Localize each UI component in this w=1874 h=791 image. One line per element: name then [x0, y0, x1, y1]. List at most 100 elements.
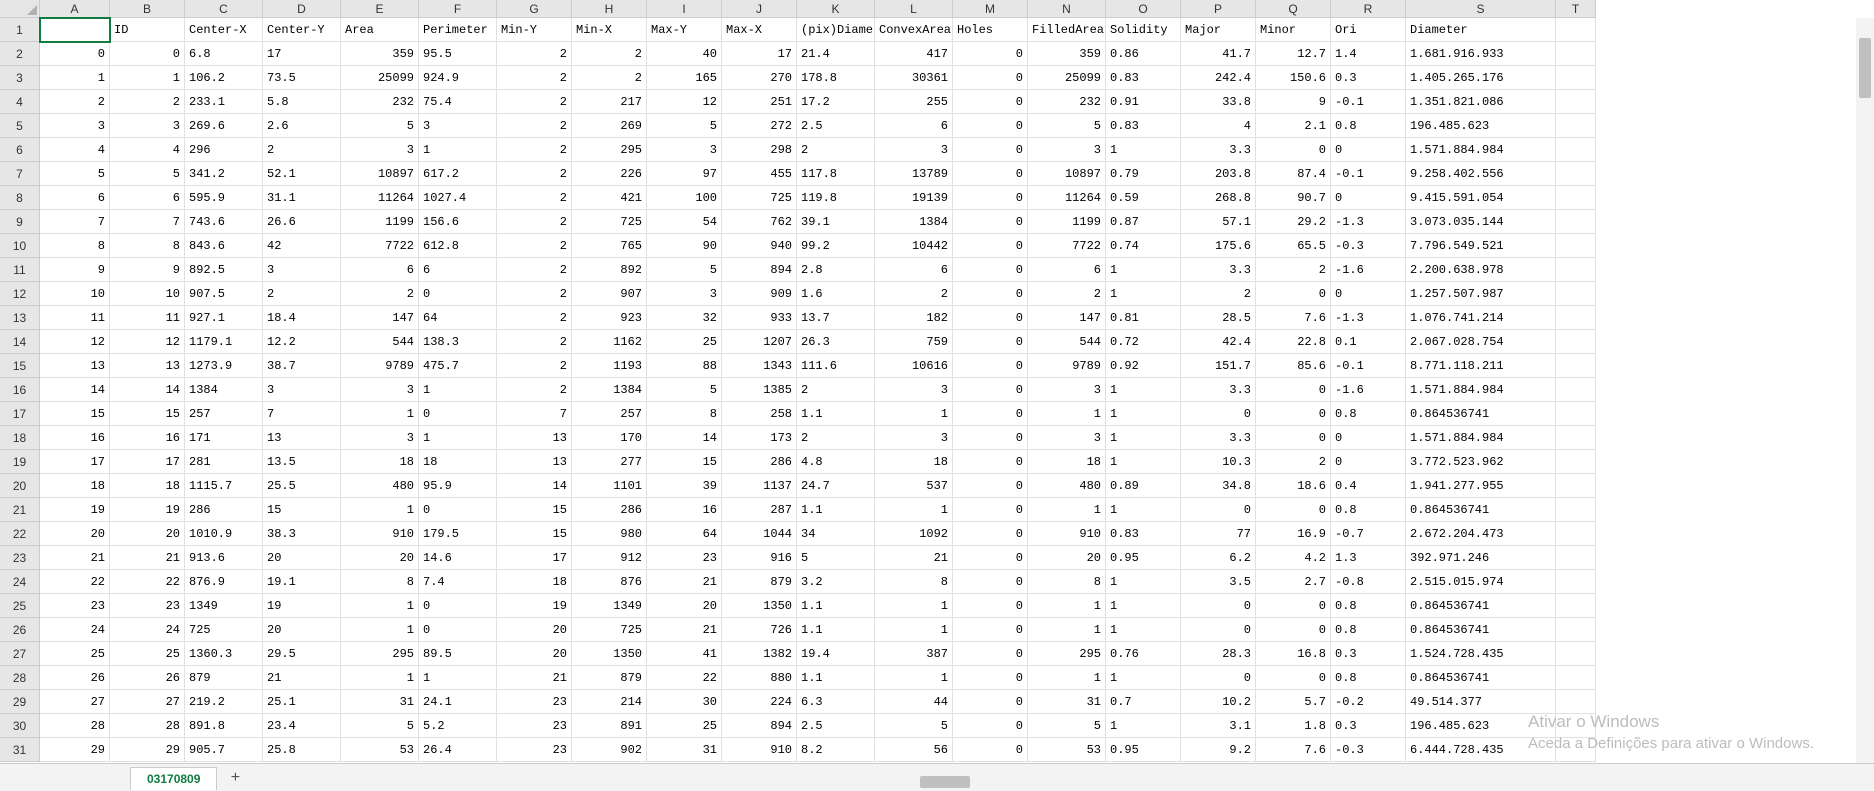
cell[interactable]: 1.571.884.984 [1406, 426, 1556, 450]
cell[interactable]: 762 [722, 210, 797, 234]
cell[interactable]: 0.864536741 [1406, 618, 1556, 642]
cell[interactable]: 6 [875, 258, 953, 282]
cell[interactable]: 5 [341, 114, 419, 138]
cell[interactable]: 475.7 [419, 354, 497, 378]
cell[interactable]: 0 [953, 354, 1028, 378]
cell[interactable]: Major [1181, 18, 1256, 42]
cell[interactable]: 5 [341, 714, 419, 738]
cell[interactable]: 0.8 [1331, 114, 1406, 138]
cell[interactable]: 54 [647, 210, 722, 234]
row-header[interactable]: 6 [0, 138, 40, 162]
cell[interactable]: 876.9 [185, 570, 263, 594]
cell[interactable]: 21 [647, 570, 722, 594]
cell[interactable]: 0 [953, 474, 1028, 498]
cell[interactable]: 1 [875, 402, 953, 426]
col-header[interactable]: A [40, 0, 110, 18]
horizontal-scrollbar[interactable] [900, 773, 1854, 791]
cell[interactable]: 980 [572, 522, 647, 546]
cell[interactable]: 14 [40, 378, 110, 402]
cell[interactable]: 2.672.204.473 [1406, 522, 1556, 546]
cell[interactable]: 894 [722, 258, 797, 282]
cell[interactable]: 117.8 [797, 162, 875, 186]
cell[interactable]: 0 [953, 282, 1028, 306]
cell[interactable]: 39.1 [797, 210, 875, 234]
cell[interactable]: 28 [40, 714, 110, 738]
cell[interactable]: 421 [572, 186, 647, 210]
sheet-tab-active[interactable]: 03170809 [130, 767, 217, 790]
cell[interactable]: 19.1 [263, 570, 341, 594]
cell[interactable]: 5 [110, 162, 185, 186]
cell[interactable]: 296 [185, 138, 263, 162]
cell[interactable]: 9789 [1028, 354, 1106, 378]
row-header[interactable]: 15 [0, 354, 40, 378]
cell[interactable]: 28 [110, 714, 185, 738]
cell[interactable]: 5 [875, 714, 953, 738]
row-header[interactable]: 27 [0, 642, 40, 666]
cell[interactable]: 281 [185, 450, 263, 474]
cell[interactable]: 3.5 [1181, 570, 1256, 594]
cell[interactable]: 341.2 [185, 162, 263, 186]
cell[interactable]: 1 [875, 498, 953, 522]
cell[interactable]: 1 [1028, 666, 1106, 690]
cell[interactable]: 65.5 [1256, 234, 1331, 258]
cell[interactable]: 3 [875, 426, 953, 450]
cell[interactable] [1556, 450, 1596, 474]
cell[interactable]: 25 [647, 714, 722, 738]
cell[interactable]: 19.4 [797, 642, 875, 666]
cell[interactable]: 31.1 [263, 186, 341, 210]
cell[interactable]: 179.5 [419, 522, 497, 546]
cell[interactable]: 3 [341, 138, 419, 162]
cell[interactable]: 417 [875, 42, 953, 66]
cell[interactable]: 927.1 [185, 306, 263, 330]
cell[interactable]: 0.8 [1331, 618, 1406, 642]
cell[interactable]: -0.3 [1331, 234, 1406, 258]
cell[interactable]: 2 [497, 378, 572, 402]
cell[interactable] [1556, 690, 1596, 714]
col-header[interactable]: K [797, 0, 875, 18]
cell[interactable]: 0.95 [1106, 546, 1181, 570]
cell[interactable]: 15 [263, 498, 341, 522]
cell[interactable]: 196.485.623 [1406, 714, 1556, 738]
cell[interactable]: (pix)Diame [797, 18, 875, 42]
row-header[interactable]: 21 [0, 498, 40, 522]
cell[interactable]: 19139 [875, 186, 953, 210]
cell[interactable]: 1 [1106, 666, 1181, 690]
cell[interactable]: 269 [572, 114, 647, 138]
cell[interactable]: 0 [953, 546, 1028, 570]
cell[interactable]: 0.8 [1331, 498, 1406, 522]
cell[interactable]: 2.1 [1256, 114, 1331, 138]
cell[interactable]: 287 [722, 498, 797, 522]
cell[interactable]: 2.6 [263, 114, 341, 138]
cell[interactable]: 5 [647, 258, 722, 282]
cell[interactable]: 42 [263, 234, 341, 258]
cell[interactable]: 23 [497, 690, 572, 714]
cell[interactable]: 909 [722, 282, 797, 306]
cell[interactable]: 18 [497, 570, 572, 594]
cell[interactable]: 879 [722, 570, 797, 594]
cell[interactable]: 2 [1256, 450, 1331, 474]
cell[interactable]: 0.8 [1331, 594, 1406, 618]
cell[interactable]: 3.1 [1181, 714, 1256, 738]
cell[interactable]: 182 [875, 306, 953, 330]
cell[interactable]: 26 [40, 666, 110, 690]
row-header[interactable]: 10 [0, 234, 40, 258]
cell[interactable]: 0.8 [1331, 666, 1406, 690]
cell[interactable]: 916 [722, 546, 797, 570]
cell[interactable]: 42.4 [1181, 330, 1256, 354]
cell[interactable]: 2 [40, 90, 110, 114]
cell[interactable]: 14 [110, 378, 185, 402]
cell[interactable]: 2.5 [797, 714, 875, 738]
cell[interactable]: 147 [341, 306, 419, 330]
cell[interactable]: 23 [497, 714, 572, 738]
cell[interactable]: 12 [647, 90, 722, 114]
cell[interactable] [1556, 282, 1596, 306]
cell[interactable]: 21 [263, 666, 341, 690]
cell[interactable]: 23 [497, 738, 572, 762]
cell[interactable]: 0 [953, 378, 1028, 402]
cell[interactable]: Holes [953, 18, 1028, 42]
cell[interactable]: 13 [110, 354, 185, 378]
cell[interactable]: ConvexArea [875, 18, 953, 42]
cell[interactable]: 25.8 [263, 738, 341, 762]
row-header[interactable]: 5 [0, 114, 40, 138]
cell[interactable]: Min-X [572, 18, 647, 42]
